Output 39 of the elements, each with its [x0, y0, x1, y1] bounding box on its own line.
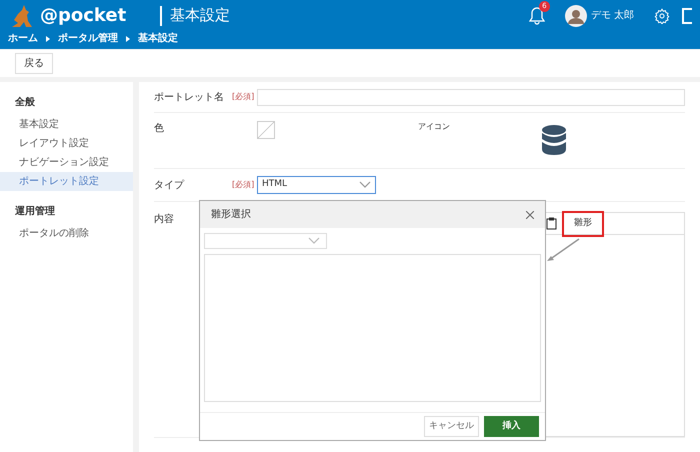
back-button[interactable]: 戻る [15, 53, 53, 74]
insert-button[interactable]: 挿入 [484, 416, 539, 437]
logout-icon[interactable] [682, 8, 692, 24]
breadcrumb-link[interactable]: ポータル管理 [58, 31, 118, 46]
chevron-down-icon [359, 181, 371, 189]
close-icon[interactable] [526, 210, 534, 218]
sidebar-item[interactable]: レイアウト設定 [0, 134, 133, 153]
required-label: [必須] [232, 179, 256, 191]
field-label: ポートレット名 [154, 90, 225, 104]
dialog-title: 雛形選択 [211, 208, 251, 222]
type-select[interactable]: HTML [257, 176, 376, 194]
template-button[interactable]: 雛形 [562, 210, 604, 236]
field-label: 色 [154, 122, 165, 136]
field-label: アイコン [418, 121, 450, 133]
sidebar-item[interactable]: 基本設定 [0, 115, 133, 134]
field-label: 内容 [154, 214, 174, 225]
sidebar-item[interactable]: ポータルの削除 [0, 224, 133, 243]
sidebar-item[interactable]: ナビゲーション設定 [0, 153, 133, 172]
chevron-right-icon [126, 36, 130, 42]
color-swatch[interactable] [257, 121, 275, 139]
breadcrumb-link[interactable]: ホーム [8, 31, 38, 46]
pointer-arrow [546, 238, 580, 262]
input-field[interactable] [257, 88, 685, 106]
bell-icon[interactable] [528, 6, 545, 24]
sidebar-section-title: 全般 [14, 96, 36, 110]
logo-text: @pocket [40, 4, 126, 28]
cancel-button[interactable]: キャンセル [424, 416, 479, 437]
user-name[interactable]: デモ 太郎 [590, 8, 634, 23]
settings-icon[interactable] [654, 8, 670, 24]
required-label: [必須] [232, 91, 256, 103]
field-label: タイプ [154, 178, 186, 192]
paste-icon[interactable] [546, 217, 557, 230]
page-title: 基本設定 [170, 5, 230, 26]
database-icon[interactable] [542, 125, 566, 155]
sidebar-section-title: 運用管理 [14, 204, 56, 219]
sidebar-item[interactable]: ポートレット設定 [0, 172, 133, 191]
chevron-right-icon [46, 36, 50, 42]
chevron-down-icon [308, 237, 320, 245]
avatar-icon[interactable] [564, 4, 587, 26]
